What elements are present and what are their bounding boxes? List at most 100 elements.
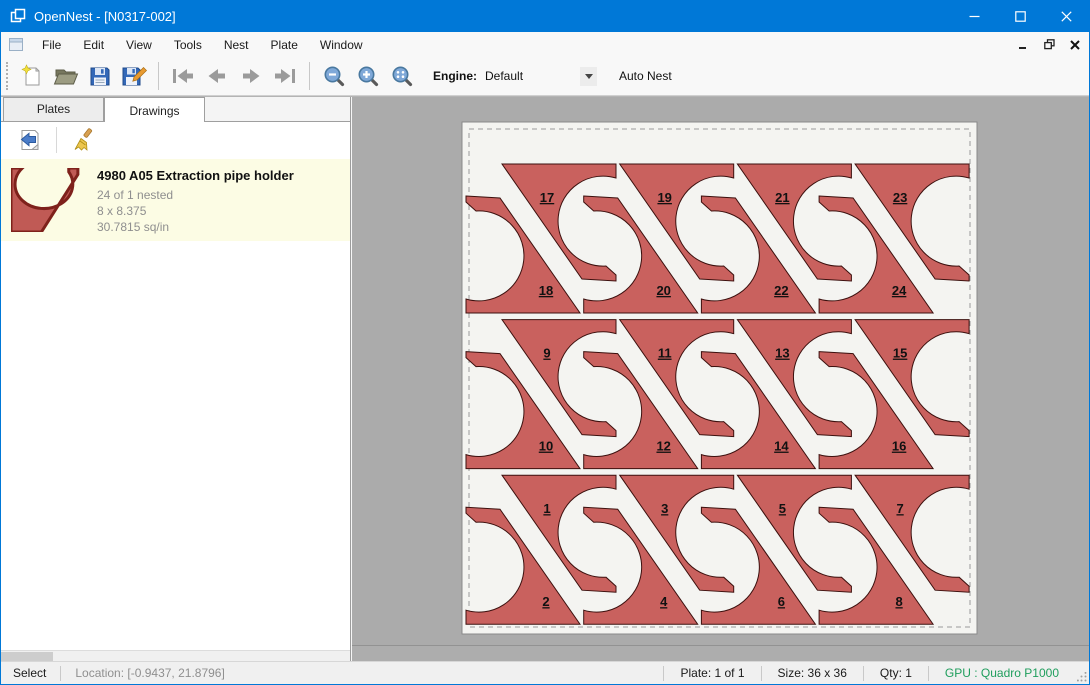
resize-grip[interactable] <box>1075 662 1089 684</box>
save-as-button[interactable] <box>118 60 150 92</box>
part-number-label: 11 <box>658 346 672 361</box>
window-title: OpenNest - [N0317-002] <box>34 9 176 24</box>
save-button[interactable] <box>84 60 116 92</box>
plate-svg[interactable]: 171819202122232491011121314151612345678 <box>352 97 1090 663</box>
status-bar: Select Location: [-0.9437, 21.8796] Plat… <box>1 661 1089 684</box>
menu-nest[interactable]: Nest <box>213 34 260 56</box>
minimize-button[interactable] <box>951 0 997 32</box>
zoom-out-icon <box>322 64 346 88</box>
open-button[interactable] <box>50 60 82 92</box>
canvas-horizontal-scrollbar[interactable] <box>352 645 1089 661</box>
part-number-label: 13 <box>775 346 789 361</box>
close-button[interactable] <box>1043 0 1089 32</box>
part-number-label: 20 <box>656 283 670 298</box>
app-icon <box>10 8 26 24</box>
drawing-size: 8 x 8.375 <box>97 203 294 219</box>
part-number-label: 1 <box>543 501 550 516</box>
panel-scrollbar-thumb[interactable] <box>1 652 53 661</box>
engine-select[interactable]: Default <box>485 65 597 87</box>
part-number-label: 24 <box>892 283 907 298</box>
drawing-nested-count: 24 of 1 nested <box>97 187 294 203</box>
zoom-extents-icon <box>390 64 414 88</box>
document-window-icon[interactable] <box>9 38 23 51</box>
menu-view[interactable]: View <box>115 34 163 56</box>
status-gpu: GPU : Quadro P1000 <box>929 666 1075 680</box>
menu-window[interactable]: Window <box>309 34 374 56</box>
status-mode: Select <box>1 666 60 680</box>
part-number-label: 12 <box>656 439 670 454</box>
status-size: Size: 36 x 36 <box>762 666 863 680</box>
next-arrow-icon <box>239 64 263 88</box>
part-thumbnail-shape <box>11 168 78 232</box>
toolbar-separator <box>158 62 159 90</box>
menu-plate[interactable]: Plate <box>260 34 309 56</box>
part-number-label: 15 <box>893 346 907 361</box>
mdi-minimize-button[interactable] <box>1015 37 1031 53</box>
title-bar[interactable]: OpenNest - [N0317-002] <box>1 0 1089 32</box>
tab-plates[interactable]: Plates <box>3 97 104 121</box>
part-number-label: 8 <box>895 594 902 609</box>
close-icon <box>1061 11 1072 22</box>
part-thumbnail <box>1 159 97 241</box>
part-number-label: 9 <box>543 346 550 361</box>
maximize-button[interactable] <box>997 0 1043 32</box>
toolbar-separator <box>309 62 310 90</box>
first-arrow-icon <box>170 64 196 88</box>
part-number-label: 5 <box>779 501 786 516</box>
part-number-label: 14 <box>774 439 789 454</box>
save-icon <box>88 64 112 88</box>
part-number-label: 7 <box>896 501 903 516</box>
status-plate: Plate: 1 of 1 <box>664 666 760 680</box>
part-number-label: 23 <box>893 190 907 205</box>
zoom-extents-button[interactable] <box>386 60 418 92</box>
engine-label: Engine: <box>433 69 477 83</box>
zoom-out-button[interactable] <box>318 60 350 92</box>
zoom-in-button[interactable] <box>352 60 384 92</box>
side-panel: Plates Drawings <box>1 97 351 661</box>
save-as-icon <box>121 64 147 88</box>
tab-drawings[interactable]: Drawings <box>104 97 205 122</box>
first-plate-button[interactable] <box>167 60 199 92</box>
new-button[interactable] <box>16 60 48 92</box>
auto-nest-button[interactable]: Auto Nest <box>611 64 680 88</box>
part-number-label: 10 <box>539 439 553 454</box>
previous-plate-button[interactable] <box>201 60 233 92</box>
part-number-label: 6 <box>778 594 785 609</box>
part-number-label: 17 <box>540 190 554 205</box>
clear-drawings-button[interactable] <box>67 124 99 156</box>
menu-edit[interactable]: Edit <box>72 34 115 56</box>
mdi-restore-button[interactable] <box>1041 37 1057 53</box>
menu-tools[interactable]: Tools <box>163 34 213 56</box>
panel-tabs: Plates Drawings <box>1 97 350 122</box>
menu-bar: File Edit View Tools Nest Plate Window <box>1 32 1089 57</box>
return-arrow-icon <box>18 128 42 152</box>
engine-dropdown-arrow-icon[interactable] <box>580 67 597 86</box>
engine-value: Default <box>485 69 580 83</box>
part-number-label: 2 <box>542 594 549 609</box>
part-number-label: 22 <box>774 283 788 298</box>
last-plate-button[interactable] <box>269 60 301 92</box>
broom-icon <box>71 128 95 152</box>
open-folder-icon <box>53 64 79 88</box>
part-number-label: 16 <box>892 439 906 454</box>
part-number-label: 4 <box>660 594 668 609</box>
status-location: Location: [-0.9437, 21.8796] <box>61 666 238 680</box>
new-document-icon <box>20 64 44 88</box>
part-number-label: 18 <box>539 283 553 298</box>
drawing-title: 4980 A05 Extraction pipe holder <box>97 168 294 183</box>
panel-horizontal-scrollbar[interactable] <box>1 650 350 661</box>
drawings-toolbar <box>1 122 350 158</box>
menu-file[interactable]: File <box>31 34 72 56</box>
nest-canvas[interactable]: 171819202122232491011121314151612345678 <box>352 97 1089 661</box>
minimize-icon <box>969 11 980 22</box>
main-toolbar: Engine: Default Auto Nest <box>1 57 1089 96</box>
mdi-close-button[interactable] <box>1067 37 1083 53</box>
return-to-drawings-button[interactable] <box>14 124 46 156</box>
previous-arrow-icon <box>205 64 229 88</box>
toolbar-grip[interactable] <box>6 62 9 90</box>
next-plate-button[interactable] <box>235 60 267 92</box>
app-window: OpenNest - [N0317-002] File Edit View To… <box>0 0 1090 685</box>
panel-toolbar-separator <box>56 127 57 153</box>
maximize-icon <box>1015 11 1026 22</box>
drawing-list-item[interactable]: 4980 A05 Extraction pipe holder 24 of 1 … <box>1 159 350 241</box>
